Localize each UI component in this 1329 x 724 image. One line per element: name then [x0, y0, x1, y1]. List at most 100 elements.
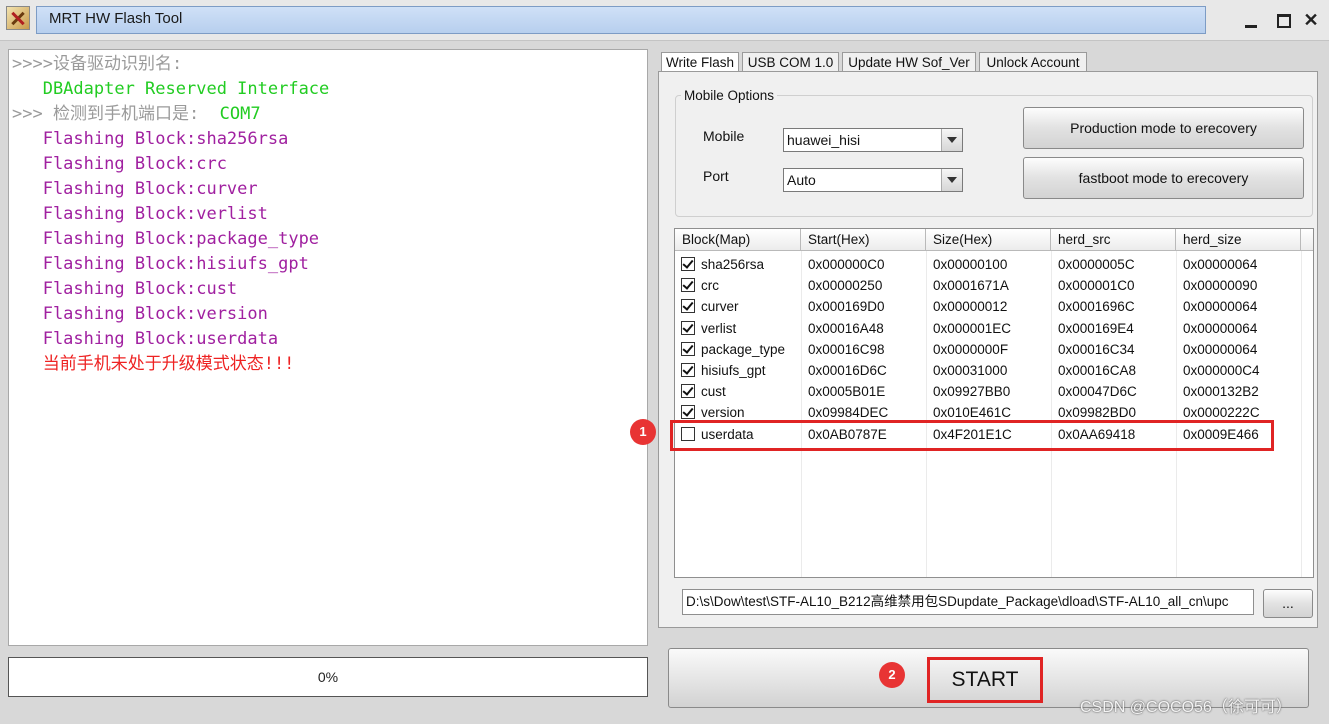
column-header-herd-size[interactable]: herd_size — [1176, 229, 1301, 251]
close-button[interactable]: ✕ — [1298, 8, 1324, 32]
log-line-port: >>> 检测到手机端口是: COM7 — [12, 104, 261, 124]
cell-herd-src: 0x000001C0 — [1058, 278, 1135, 294]
cell-size: 0x00000100 — [933, 257, 1008, 272]
table-row[interactable]: hisiufs_gpt 0x00016D6C 0x00031000 0x00016CA… — [675, 360, 1313, 381]
log-line: Flashing Block:userdata — [12, 329, 279, 349]
cell-herd-size: 0x000000C4 — [1183, 363, 1260, 378]
block-map-table[interactable]: Block(Map) Start(Hex) Size(Hex) herd_src… — [674, 228, 1314, 578]
cell-herd-size: 0x00000064 — [1183, 341, 1258, 357]
cell-start: 0x00016D6C — [808, 363, 887, 378]
row-checkbox[interactable] — [681, 341, 695, 356]
app-tools-icon — [6, 6, 30, 30]
port-select-value: Auto — [787, 172, 816, 188]
maximize-button[interactable] — [1270, 8, 1296, 32]
log-line: Flashing Block:version — [12, 304, 268, 324]
table-row[interactable]: sha256rsa 0x000000C0 0x00000100 0x0000005C 0… — [675, 254, 1313, 275]
progress-label: 0% — [317, 669, 339, 685]
log-output[interactable]: >>>>设备驱动识别名: DBAdapter Reserved Interfac… — [8, 49, 648, 646]
app-window: MRT HW Flash Tool ✕ >>>>设备驱动识别名: DBAdapt… — [0, 0, 1329, 724]
log-line-error: 当前手机未处于升级模式状态!!! — [12, 354, 295, 374]
title-bar: MRT HW Flash Tool ✕ — [0, 0, 1329, 41]
chevron-down-icon[interactable] — [941, 169, 962, 191]
browse-button[interactable]: ... — [1263, 589, 1313, 618]
title-field: MRT HW Flash Tool — [36, 6, 1206, 34]
cell-size: 0x0000000F — [933, 341, 1009, 357]
chevron-down-icon[interactable] — [941, 129, 962, 151]
log-line: DBAdapter Reserved Interface — [12, 79, 330, 99]
cell-block: package_type — [701, 341, 786, 357]
log-line: Flashing Block:hisiufs_gpt — [12, 254, 309, 274]
start-button-label[interactable]: START — [927, 657, 1043, 703]
cell-herd-src: 0x000169E4 — [1058, 320, 1134, 336]
tab-usb-com[interactable]: USB COM 1.0 — [742, 52, 839, 73]
row-checkbox[interactable] — [681, 320, 695, 335]
log-line: Flashing Block:cust — [12, 279, 238, 299]
column-header-start[interactable]: Start(Hex) — [801, 229, 926, 251]
csdn-watermark: CSDN @COCO56（徐可可） — [1080, 699, 1292, 716]
progress-bar: 0% — [8, 657, 648, 697]
log-line: Flashing Block:sha256rsa — [12, 129, 289, 149]
cell-start: 0x000000C0 — [808, 257, 885, 272]
cell-herd-size: 0x000132B2 — [1183, 384, 1259, 400]
production-mode-button[interactable]: Production mode to erecovery — [1023, 107, 1304, 149]
row-checkbox[interactable] — [681, 257, 695, 271]
cell-herd-src: 0x0000005C — [1058, 257, 1135, 272]
column-header-block[interactable]: Block(Map) — [675, 229, 801, 251]
cell-start: 0x000169D0 — [808, 299, 885, 315]
cell-block: sha256rsa — [701, 257, 765, 272]
table-row[interactable]: package_type 0x00016C98 0x0000000F 0x00016C… — [675, 339, 1313, 360]
firmware-path-field[interactable]: D:\s\Dow\test\STF-AL10_B212高维禁用包SDupdate… — [682, 589, 1254, 615]
cell-start: 0x00000250 — [808, 278, 883, 294]
tab-write-flash[interactable]: Write Flash — [661, 52, 739, 72]
cell-herd-size: 0x00000090 — [1183, 278, 1258, 294]
close-icon: ✕ — [1303, 10, 1319, 30]
tab-unlock-account[interactable]: Unlock Account — [979, 52, 1087, 73]
tab-update-hw-sof-ver[interactable]: Update HW Sof_Ver — [842, 52, 976, 73]
row-checkbox[interactable] — [681, 299, 695, 314]
row-checkbox[interactable] — [681, 384, 695, 399]
row-checkbox[interactable] — [681, 363, 695, 377]
table-row[interactable]: crc 0x00000250 0x0001671A 0x000001C0 0x00000… — [675, 275, 1313, 296]
column-header-filler — [1301, 229, 1313, 251]
annotation-badge-2: 2 — [879, 662, 905, 688]
annotation-badge-1: 1 — [630, 419, 656, 445]
cell-herd-src: 0x00047D6C — [1058, 384, 1137, 400]
port-label: Port — [703, 168, 729, 184]
cell-block: verlist — [701, 320, 737, 336]
table-row[interactable]: curver 0x000169D0 0x00000012 0x0001696C 0x00… — [675, 296, 1313, 317]
cell-block: curver — [701, 299, 739, 315]
cell-herd-size: 0x00000064 — [1183, 257, 1258, 272]
log-line: >>>>设备驱动识别名: — [12, 54, 183, 74]
column-header-size[interactable]: Size(Hex) — [926, 229, 1051, 251]
cell-herd-size: 0x00000064 — [1183, 299, 1258, 315]
log-line: Flashing Block:curver — [12, 179, 258, 199]
mobile-select-value: huawei_hisi — [787, 132, 861, 148]
cell-block: hisiufs_gpt — [701, 363, 766, 378]
cell-block: cust — [701, 384, 726, 400]
row-checkbox[interactable] — [681, 405, 695, 420]
port-name: COM7 — [219, 104, 261, 124]
cell-herd-src: 0x00016C34 — [1058, 341, 1135, 357]
cell-size: 0x09927BB0 — [933, 384, 1011, 400]
mobile-label: Mobile — [703, 128, 745, 144]
log-line: Flashing Block:package_type — [12, 229, 320, 249]
minimize-button[interactable] — [1238, 8, 1264, 32]
cell-size: 0x000001EC — [933, 320, 1012, 336]
mobile-select[interactable]: huawei_hisi — [783, 128, 963, 152]
column-header-herd-src[interactable]: herd_src — [1051, 229, 1176, 251]
table-row[interactable]: verlist 0x00016A48 0x000001EC 0x000169E4 0x0… — [675, 318, 1313, 339]
cell-herd-size: 0x00000064 — [1183, 320, 1258, 336]
log-line: Flashing Block:crc — [12, 154, 227, 174]
mobile-options-label: Mobile Options — [681, 88, 778, 103]
cell-herd-src: 0x00016CA8 — [1058, 363, 1137, 378]
cell-start: 0x00016A48 — [808, 320, 884, 336]
cell-size: 0x00000012 — [933, 299, 1008, 315]
port-select[interactable]: Auto — [783, 168, 963, 192]
cell-size: 0x0001671A — [933, 278, 1009, 294]
row-checkbox[interactable] — [681, 278, 695, 293]
cell-herd-src: 0x0001696C — [1058, 299, 1135, 315]
table-row[interactable]: cust 0x0005B01E 0x09927BB0 0x00047D6C 0x0001… — [675, 381, 1313, 402]
window-title: MRT HW Flash Tool — [49, 10, 183, 27]
cell-size: 0x00031000 — [933, 363, 1008, 378]
fastboot-mode-button[interactable]: fastboot mode to erecovery — [1023, 157, 1304, 199]
